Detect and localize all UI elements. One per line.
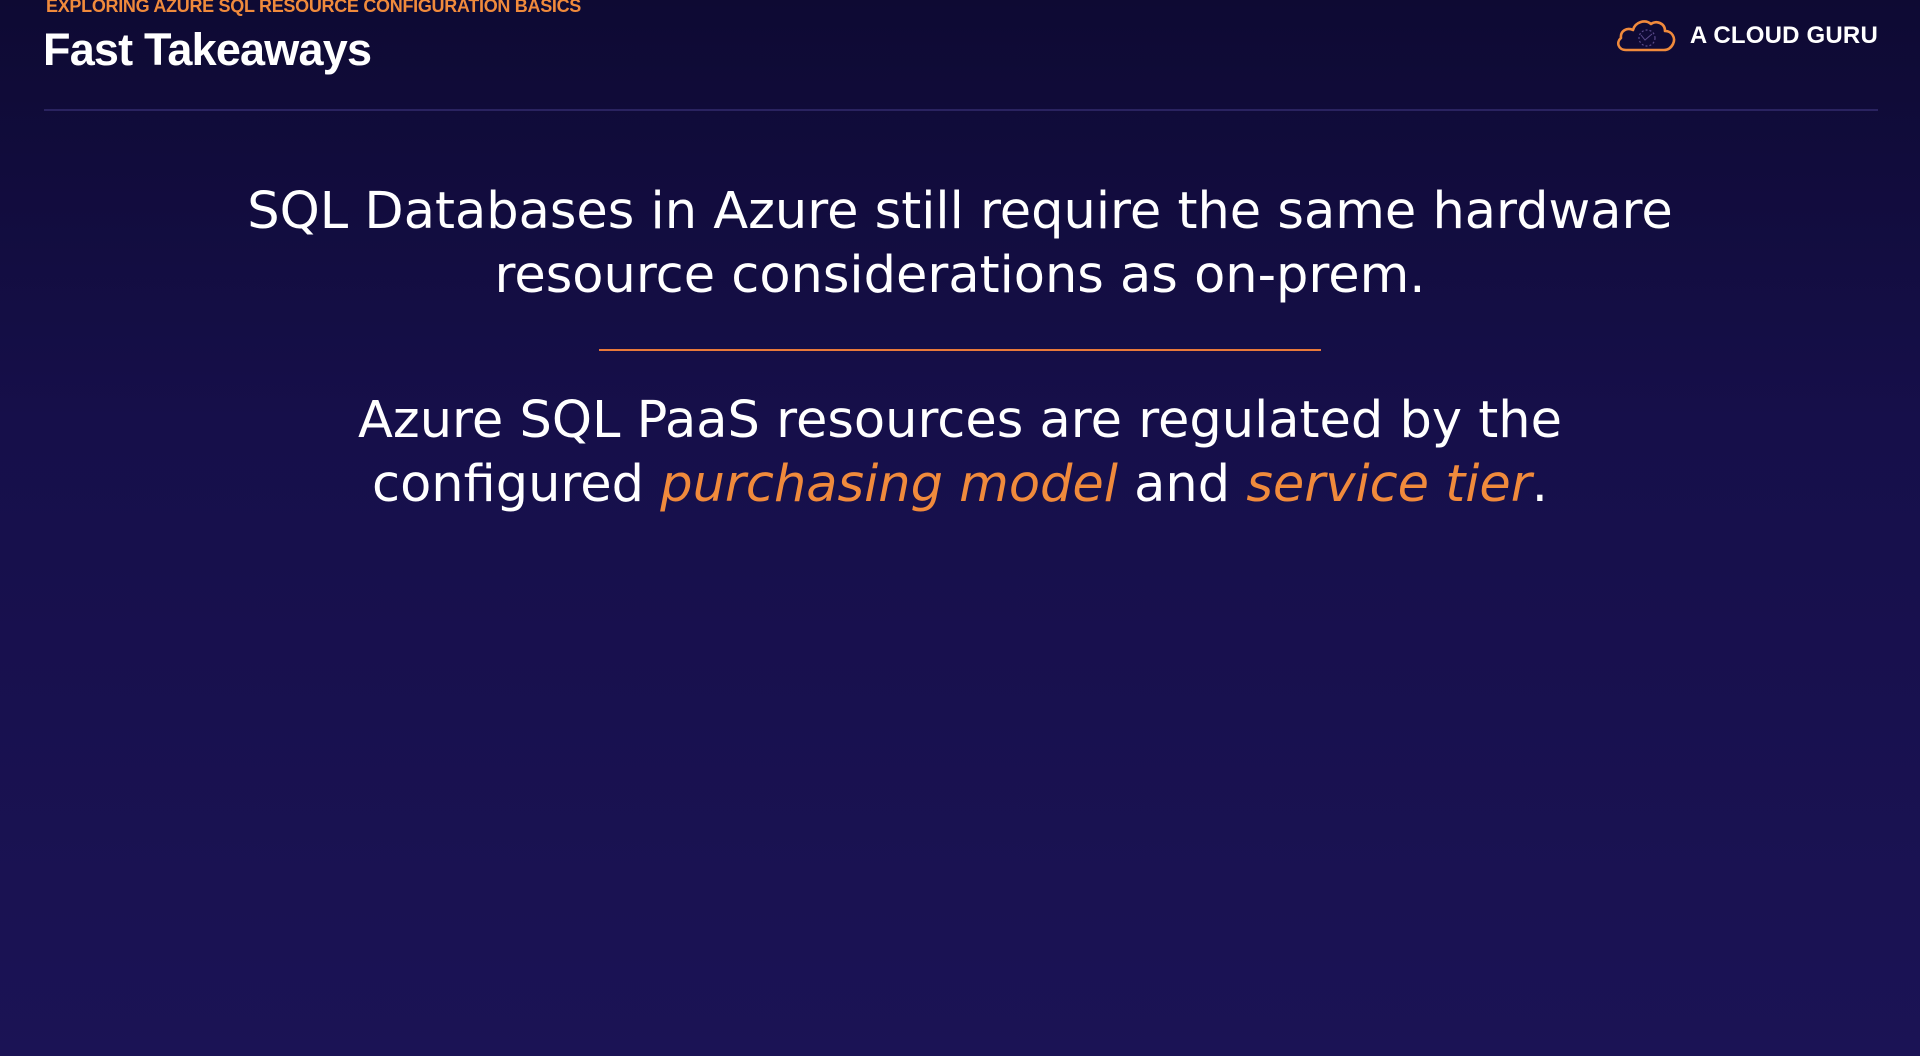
purchasing-model-emphasis: purchasing model xyxy=(660,455,1118,514)
takeaway-2-connector: and xyxy=(1117,455,1247,514)
brand-logo: A CLOUD GURU xyxy=(1614,16,1878,56)
takeaway-1-line-1: SQL Databases in Azure still require the… xyxy=(247,182,1673,241)
takeaway-2-suffix: . xyxy=(1531,455,1548,514)
cloud-logo-icon xyxy=(1616,20,1676,52)
service-tier-emphasis: service tier xyxy=(1246,455,1532,514)
takeaway-2-line-2: configured purchasing model and service … xyxy=(160,453,1760,517)
takeaway-statement-1: SQL Databases in Azure still require the… xyxy=(160,180,1760,308)
section-divider xyxy=(599,349,1321,351)
takeaway-2-prefix: configured xyxy=(372,455,661,514)
header-divider xyxy=(44,109,1878,111)
page-title: Fast Takeaways xyxy=(43,24,372,75)
brand-name: A CLOUD GURU xyxy=(1689,22,1878,49)
takeaway-statement-2: Azure SQL PaaS resources are regulated b… xyxy=(160,389,1760,517)
takeaway-1-line-2: resource considerations as on-prem. xyxy=(494,246,1426,305)
course-kicker: EXPLORING AZURE SQL RESOURCE CONFIGURATI… xyxy=(46,0,582,16)
takeaway-2-line-1: Azure SQL PaaS resources are regulated b… xyxy=(358,391,1562,450)
